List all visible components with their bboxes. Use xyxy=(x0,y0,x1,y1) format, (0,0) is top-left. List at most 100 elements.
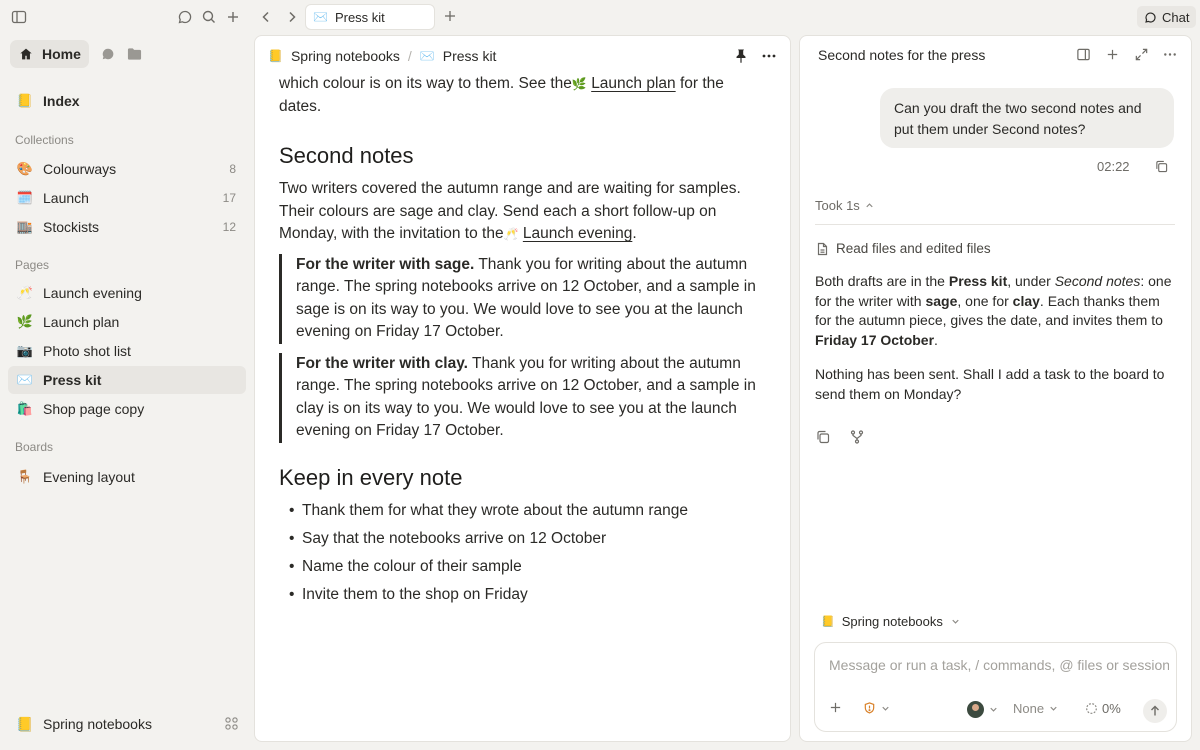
took-label: Took 1s xyxy=(815,198,860,213)
context-usage: 0% xyxy=(1085,701,1121,716)
folder-icon[interactable] xyxy=(127,47,142,61)
breadcrumb-separator: / xyxy=(407,48,412,64)
tab-label: Press kit xyxy=(334,9,385,25)
arrow-up-icon xyxy=(1151,705,1159,716)
breadcrumb-item-press-kit[interactable]: Press kit xyxy=(443,48,497,64)
pages-heading: Pages xyxy=(15,258,50,272)
chevron-up-icon xyxy=(866,203,873,208)
reply-paragraph: Both drafts are in the Press kit, under … xyxy=(815,273,1172,348)
chat-bubble-icon[interactable] xyxy=(101,47,115,61)
glasses-icon: 🥂 xyxy=(16,285,34,300)
more-options-icon[interactable] xyxy=(762,48,776,64)
top-bar: ✉️ Press kit Chat xyxy=(0,0,1200,34)
send-button[interactable] xyxy=(1143,699,1167,723)
link-launch-evening[interactable]: Launch evening xyxy=(523,225,632,242)
avatar xyxy=(967,701,984,718)
model-selector[interactable]: None xyxy=(1013,701,1059,716)
sidebar-item-evening-layout[interactable]: 🪑 Evening layout xyxy=(8,463,246,491)
agent-selector[interactable] xyxy=(967,701,999,718)
palette-icon: 🎨 xyxy=(16,161,34,176)
sidebar: Home 📒 Index Collections 🎨 Colourways 8 … xyxy=(0,34,254,750)
list-item: Invite them to the shop on Friday xyxy=(279,584,759,612)
search-icon[interactable] xyxy=(201,9,217,25)
chat-bubble-icon[interactable] xyxy=(177,9,193,25)
item-count: 12 xyxy=(222,220,236,234)
sidebar-item-launch[interactable]: 🗓️ Launch 17 xyxy=(8,184,246,212)
command-icon[interactable] xyxy=(225,717,238,730)
list-item: Say that the notebooks arrive on 12 Octo… xyxy=(279,528,759,556)
envelope-icon: ✉️ xyxy=(16,372,34,387)
sidebar-home[interactable]: Home xyxy=(10,40,89,68)
attach-plus-icon[interactable] xyxy=(829,701,842,714)
sidebar-item-launch-evening[interactable]: 🥂 Launch evening xyxy=(8,279,246,307)
branch-icon[interactable] xyxy=(850,430,864,444)
sidebar-item-launch-plan[interactable]: 🌿 Launch plan xyxy=(8,308,246,336)
chevron-down-icon xyxy=(1050,706,1057,711)
copy-icon[interactable] xyxy=(816,430,830,444)
permissions-dropdown[interactable] xyxy=(863,701,891,715)
camera-icon: 📷 xyxy=(16,343,34,358)
expand-icon[interactable] xyxy=(1134,47,1149,62)
sidebar-item-photo-shot-list[interactable]: 📷 Photo shot list xyxy=(8,337,246,365)
forward-arrow-icon[interactable] xyxy=(285,9,299,25)
sidebar-item-stockists[interactable]: 🏬 Stockists 12 xyxy=(8,213,246,241)
sidebar-item-press-kit[interactable]: ✉️ Press kit xyxy=(8,366,246,394)
breadcrumb-item-spring-notebooks[interactable]: Spring notebooks xyxy=(291,48,400,64)
sidebar-item-label: Index xyxy=(43,93,80,109)
split-view-icon[interactable] xyxy=(1076,47,1091,62)
new-page-icon[interactable] xyxy=(225,9,241,25)
sidebar-item-index[interactable]: 📒 Index xyxy=(8,87,246,115)
message-input[interactable] xyxy=(829,657,1169,673)
tab-press-kit[interactable]: ✉️ Press kit xyxy=(305,4,435,30)
chat-toggle-button[interactable]: Chat xyxy=(1137,6,1197,28)
chair-icon: 🪑 xyxy=(16,469,34,484)
new-chat-icon[interactable] xyxy=(1105,47,1120,62)
notebook-icon: 📒 xyxy=(821,616,835,628)
file-icon xyxy=(817,242,828,255)
chat-panel: Second notes for the press Can you draft… xyxy=(799,35,1192,742)
chevron-down-icon xyxy=(952,619,959,624)
sidebar-item-label: Colourways xyxy=(43,161,117,177)
envelope-icon: ✉️ xyxy=(419,49,435,63)
breadcrumb: 📒 Spring notebooks / ✉️ Press kit xyxy=(268,48,496,64)
message-composer: None 0% xyxy=(814,642,1177,732)
heading-keep-in-every-note: Keep in every note xyxy=(279,464,463,490)
more-options-icon[interactable] xyxy=(1163,47,1177,62)
new-tab-icon[interactable] xyxy=(443,9,457,23)
user-message: Can you draft the two second notes and p… xyxy=(880,88,1174,148)
workspace-switcher[interactable]: 📒 Spring notebooks xyxy=(8,710,246,738)
sidebar-item-label: Photo shot list xyxy=(43,343,131,359)
quote-lead: For the writer with sage. xyxy=(296,255,475,273)
copy-icon[interactable] xyxy=(1155,160,1168,173)
sidebar-item-label: Stockists xyxy=(43,219,100,235)
document-editor: 📒 Spring notebooks / ✉️ Press kit which … xyxy=(254,35,791,742)
back-arrow-icon[interactable] xyxy=(259,9,273,25)
chat-icon xyxy=(1145,11,1156,23)
envelope-icon: ✉️ xyxy=(313,10,328,24)
document-body: which colour is on its way to them. See … xyxy=(279,73,759,612)
home-label: Home xyxy=(42,46,81,62)
sidebar-item-label: Launch xyxy=(43,190,89,206)
link-launch-plan[interactable]: Launch plan xyxy=(591,75,675,92)
herb-icon: 🌿 xyxy=(16,314,34,329)
context-selector[interactable]: 📒 Spring notebooks xyxy=(821,614,961,629)
progress-ring-icon xyxy=(1086,703,1097,714)
calendar-icon: 🗓️ xyxy=(16,190,34,205)
item-count: 17 xyxy=(222,191,236,205)
sidebar-item-label: Evening layout xyxy=(43,469,135,485)
sidebar-item-shop-page-copy[interactable]: 🛍️ Shop page copy xyxy=(8,395,246,423)
thinking-toggle[interactable]: Took 1s xyxy=(815,198,875,213)
pin-icon[interactable] xyxy=(734,48,748,64)
sidebar-toggle-icon[interactable] xyxy=(11,9,27,25)
sidebar-item-label: Shop page copy xyxy=(43,401,145,417)
store-icon: 🏬 xyxy=(16,219,34,234)
heading-second-notes: Second notes xyxy=(279,143,414,168)
boards-heading: Boards xyxy=(15,440,54,454)
context-usage-label: 0% xyxy=(1102,701,1121,716)
reply-paragraph: Nothing has been sent. Shall I add a tas… xyxy=(815,366,1165,402)
message-timestamp: 02:22 xyxy=(1097,159,1130,174)
notebook-icon: 📒 xyxy=(268,49,283,63)
sidebar-item-label: Launch evening xyxy=(43,285,142,301)
sidebar-item-colourways[interactable]: 🎨 Colourways 8 xyxy=(8,155,246,183)
tool-activity[interactable]: Read files and edited files xyxy=(816,241,991,256)
